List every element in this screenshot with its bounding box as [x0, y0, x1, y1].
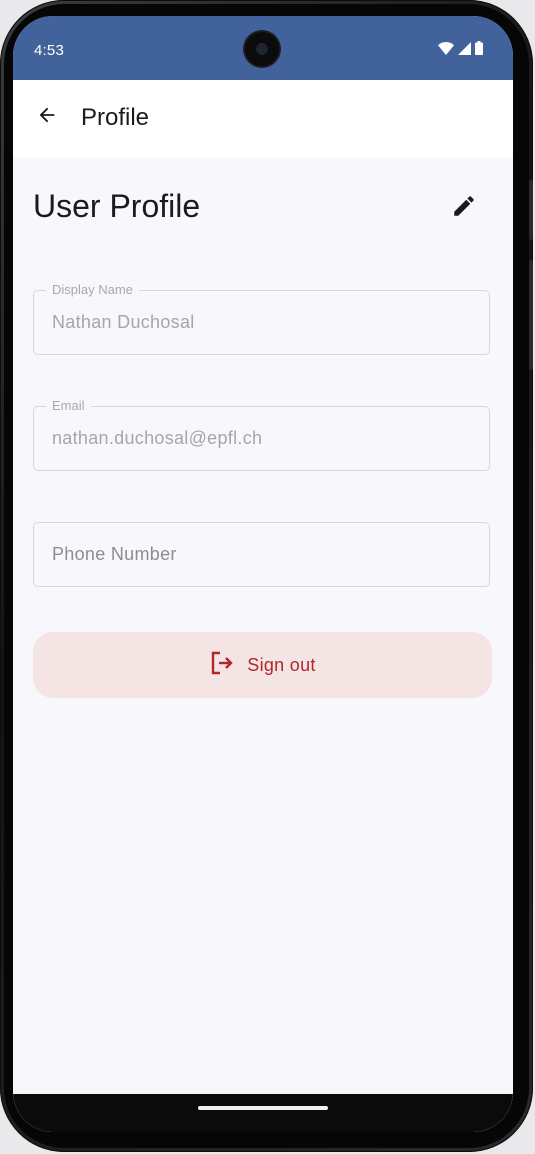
sign-out-button[interactable]: Sign out [33, 632, 492, 698]
volume-button [529, 260, 533, 370]
sign-out-label: Sign out [247, 654, 316, 675]
page-title: User Profile [33, 188, 201, 224]
email-field: Email [33, 398, 490, 471]
back-button[interactable] [27, 97, 67, 137]
home-gesture-handle[interactable] [198, 1106, 328, 1110]
power-button [529, 180, 533, 240]
status-time: 4:53 [34, 42, 64, 59]
phone-frame: 4:53 Profile User Profile Display Name N… [0, 0, 533, 1152]
phone-number-field [33, 522, 490, 587]
screen: 4:53 Profile User Profile Display Name N… [13, 16, 513, 1132]
app-bar-title: Profile [81, 104, 150, 131]
display-name-field: Display Name [33, 282, 490, 355]
signal-icon [458, 41, 471, 55]
phone-number-input[interactable] [52, 523, 472, 586]
profile-content: User Profile Display Name Email [13, 158, 513, 1132]
status-bar: 4:53 [13, 16, 513, 80]
battery-icon [475, 41, 483, 55]
front-camera [245, 32, 279, 66]
status-icons [438, 40, 483, 56]
pencil-icon [451, 193, 477, 224]
app-bar: Profile [13, 80, 513, 158]
display-name-input[interactable] [52, 291, 472, 354]
logout-icon [209, 650, 235, 681]
edit-button[interactable] [442, 186, 486, 230]
arrow-back-icon [36, 104, 58, 131]
navigation-bar [13, 1094, 513, 1132]
email-input[interactable] [52, 407, 472, 470]
wifi-icon [438, 41, 454, 55]
